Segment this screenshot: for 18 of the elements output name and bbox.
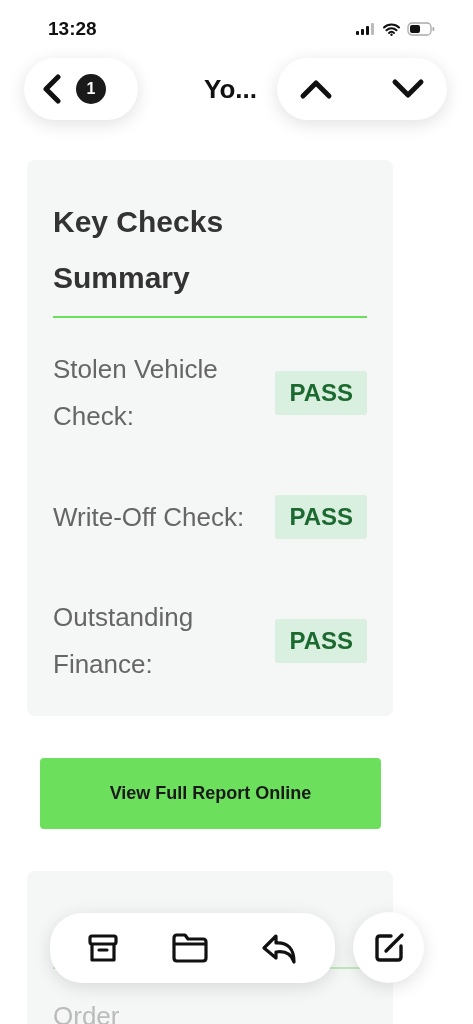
wifi-icon [383,22,400,36]
result-badge: PASS [275,619,367,663]
chevron-left-icon [42,74,62,104]
status-time: 13:28 [48,18,98,40]
summary-title: Key Checks Summary [53,204,225,296]
battery-icon [407,22,435,36]
check-label: Stolen Vehicle Check: [53,353,219,433]
check-label: Write-Off Check: [53,500,246,534]
view-report-button[interactable]: View Full Report Online [40,758,381,829]
unread-count-badge: 1 [76,74,106,104]
chevron-down-icon[interactable] [391,78,425,100]
result-badge: PASS [275,371,367,415]
result-badge: PASS [275,495,367,539]
back-button[interactable]: 1 [24,58,138,120]
message-title: Yo... [204,73,257,105]
check-label: Outstanding Finance: [53,601,195,681]
signal-icon [356,23,376,35]
chevron-up-icon[interactable] [299,78,333,100]
